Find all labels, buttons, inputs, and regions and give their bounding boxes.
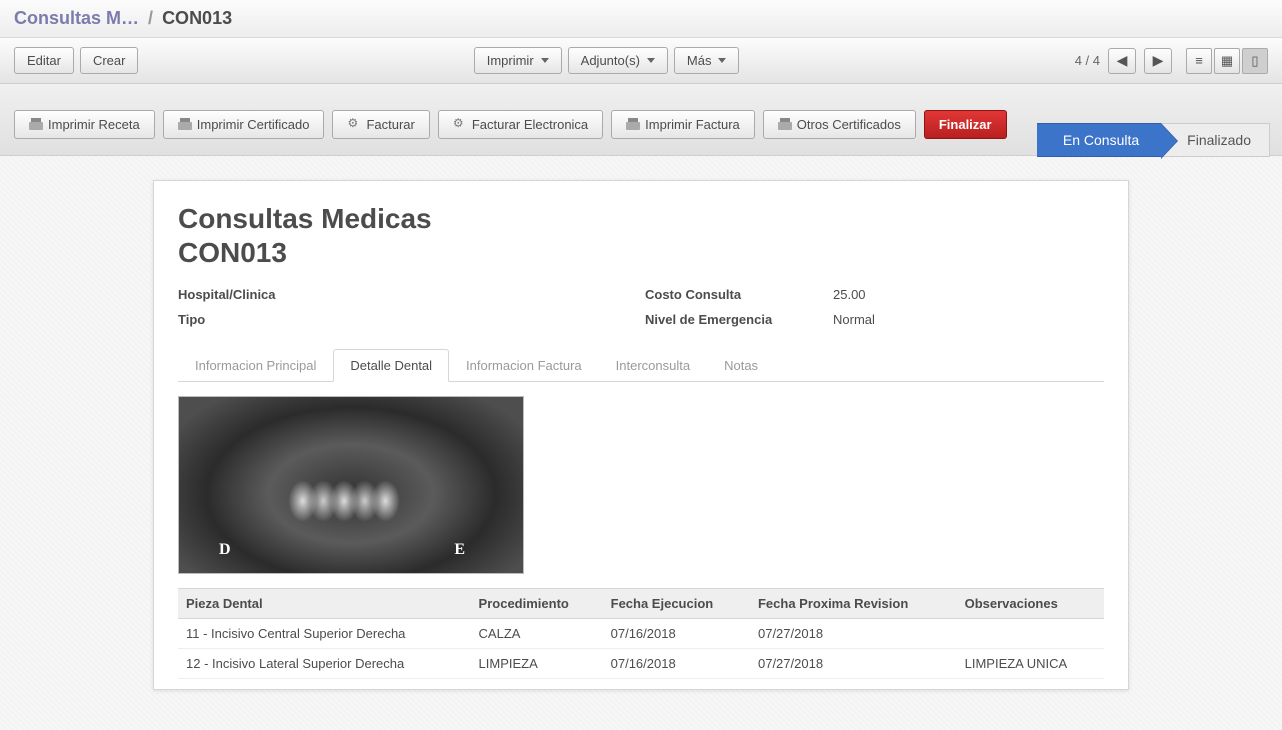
col-fecha-ejecucion[interactable]: Fecha Ejecucion — [603, 589, 750, 619]
tab-info-factura[interactable]: Informacion Factura — [449, 349, 599, 382]
breadcrumb: Consultas M… / CON013 — [0, 0, 1282, 38]
list-icon: ≡ — [1195, 53, 1203, 68]
xray-e-marker: E — [454, 541, 465, 559]
tab-bar: Informacion Principal Detalle Dental Inf… — [178, 349, 1104, 382]
print-invoice-button[interactable]: Imprimir Factura — [611, 110, 755, 139]
breadcrumb-parent[interactable]: Consultas M… — [14, 8, 139, 28]
tab-notas[interactable]: Notas — [707, 349, 775, 382]
label-nivel: Nivel de Emergencia — [645, 312, 815, 327]
chevron-down-icon — [541, 58, 549, 63]
cell-pieza: 11 - Incisivo Central Superior Derecha — [178, 619, 471, 649]
value-hospital — [356, 287, 627, 302]
cell-pieza: 12 - Incisivo Lateral Superior Derecha — [178, 649, 471, 679]
cell-fecha_rev: 07/27/2018 — [750, 649, 957, 679]
attachments-label: Adjunto(s) — [581, 53, 640, 68]
print-certificate-button[interactable]: Imprimir Certificado — [163, 110, 325, 139]
calendar-icon: ▦ — [1221, 53, 1233, 69]
view-switcher: ≡ ▦ ▯ — [1186, 48, 1268, 74]
print-invoice-label: Imprimir Factura — [645, 117, 740, 132]
pager-prev-button[interactable]: ◀ — [1108, 48, 1136, 74]
label-tipo: Tipo — [178, 312, 338, 327]
col-fecha-revision[interactable]: Fecha Proxima Revision — [750, 589, 957, 619]
control-bar: Editar Crear Imprimir Adjunto(s) Más 4 /… — [0, 38, 1282, 84]
invoice-electronic-button[interactable]: Facturar Electronica — [438, 110, 603, 139]
finalize-button[interactable]: Finalizar — [924, 110, 1007, 139]
print-recipe-label: Imprimir Receta — [48, 117, 140, 132]
other-certificates-label: Otros Certificados — [797, 117, 901, 132]
chevron-down-icon — [718, 58, 726, 63]
pager-text: 4 / 4 — [1075, 53, 1100, 68]
chevron-down-icon — [647, 58, 655, 63]
printer-icon — [626, 118, 640, 130]
record-code: CON013 — [178, 237, 1104, 269]
cell-proc: LIMPIEZA — [471, 649, 603, 679]
printer-icon — [178, 118, 192, 130]
page-title: Consultas Medicas — [178, 203, 1104, 235]
attachments-dropdown[interactable]: Adjunto(s) — [568, 47, 668, 74]
calendar-view-button[interactable]: ▦ — [1214, 48, 1240, 74]
print-dropdown[interactable]: Imprimir — [474, 47, 562, 74]
print-certificate-label: Imprimir Certificado — [197, 117, 310, 132]
table-header-row: Pieza Dental Procedimiento Fecha Ejecuci… — [178, 589, 1104, 619]
tab-info-principal[interactable]: Informacion Principal — [178, 349, 333, 382]
tab-interconsulta[interactable]: Interconsulta — [599, 349, 707, 382]
xray-image[interactable]: D E — [178, 396, 524, 574]
sheet-container: Consultas Medicas CON013 Hospital/Clinic… — [0, 156, 1282, 730]
arrow-left-icon: ◀ — [1117, 52, 1128, 69]
list-view-button[interactable]: ≡ — [1186, 48, 1212, 74]
form-view-button[interactable]: ▯ — [1242, 48, 1268, 74]
print-label: Imprimir — [487, 53, 534, 68]
create-button[interactable]: Crear — [80, 47, 139, 74]
col-observaciones[interactable]: Observaciones — [957, 589, 1104, 619]
status-strip: En Consulta Finalizado — [1037, 123, 1270, 157]
pager-next-button[interactable]: ▶ — [1144, 48, 1172, 74]
value-tipo — [356, 312, 627, 327]
status-in-consult[interactable]: En Consulta — [1037, 123, 1161, 157]
center-button-group: Imprimir Adjunto(s) Más — [474, 47, 740, 74]
invoice-electronic-label: Facturar Electronica — [472, 117, 588, 132]
value-nivel: Normal — [833, 312, 1104, 327]
action-bar: Imprimir Receta Imprimir Certificado Fac… — [0, 84, 1282, 156]
pager: 4 / 4 ◀ ▶ — [1075, 48, 1172, 74]
printer-icon — [778, 118, 792, 130]
col-pieza[interactable]: Pieza Dental — [178, 589, 471, 619]
label-hospital: Hospital/Clinica — [178, 287, 338, 302]
gears-icon — [347, 118, 361, 130]
col-procedimiento[interactable]: Procedimiento — [471, 589, 603, 619]
cell-obs — [957, 619, 1104, 649]
more-label: Más — [687, 53, 712, 68]
field-grid: Hospital/Clinica Costo Consulta 25.00 Ti… — [178, 287, 1104, 327]
gears-icon — [453, 118, 467, 130]
cell-obs: LIMPIEZA UNICA — [957, 649, 1104, 679]
print-recipe-button[interactable]: Imprimir Receta — [14, 110, 155, 139]
cell-proc: CALZA — [471, 619, 603, 649]
printer-icon — [29, 118, 43, 130]
tab-detalle-dental[interactable]: Detalle Dental — [333, 349, 449, 382]
table-row[interactable]: 11 - Incisivo Central Superior DerechaCA… — [178, 619, 1104, 649]
dental-table: Pieza Dental Procedimiento Fecha Ejecuci… — [178, 588, 1104, 679]
more-dropdown[interactable]: Más — [674, 47, 740, 74]
label-costo: Costo Consulta — [645, 287, 815, 302]
form-icon: ▯ — [1251, 53, 1258, 69]
invoice-label: Facturar — [366, 117, 414, 132]
cell-fecha_rev: 07/27/2018 — [750, 619, 957, 649]
form-sheet: Consultas Medicas CON013 Hospital/Clinic… — [153, 180, 1129, 690]
invoice-button[interactable]: Facturar — [332, 110, 429, 139]
edit-button[interactable]: Editar — [14, 47, 74, 74]
breadcrumb-current: CON013 — [162, 8, 232, 28]
xray-d-marker: D — [219, 541, 231, 559]
cell-fecha_ejec: 07/16/2018 — [603, 649, 750, 679]
arrow-right-icon: ▶ — [1153, 52, 1164, 69]
breadcrumb-separator: / — [148, 8, 153, 28]
table-row[interactable]: 12 - Incisivo Lateral Superior DerechaLI… — [178, 649, 1104, 679]
cell-fecha_ejec: 07/16/2018 — [603, 619, 750, 649]
other-certificates-button[interactable]: Otros Certificados — [763, 110, 916, 139]
value-costo: 25.00 — [833, 287, 1104, 302]
